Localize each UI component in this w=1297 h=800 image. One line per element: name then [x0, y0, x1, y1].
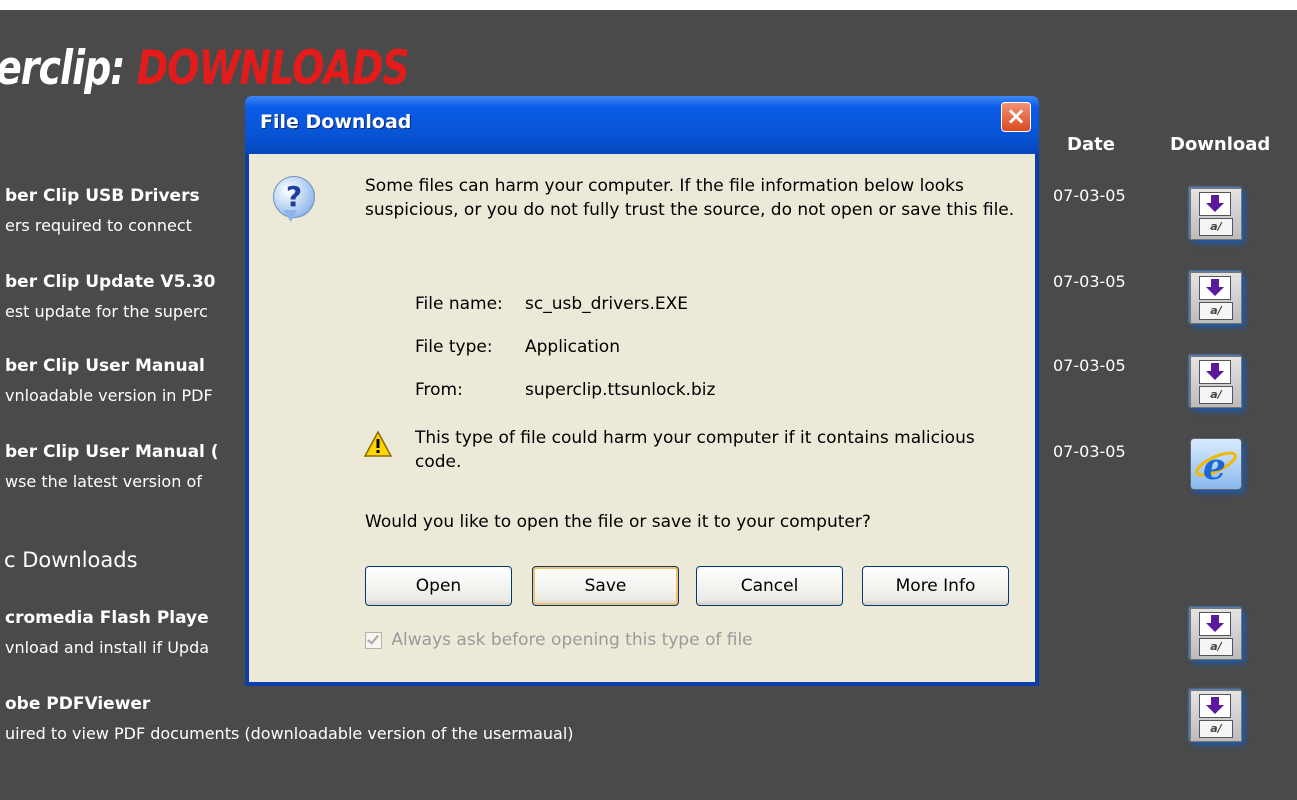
- svg-text:e: e: [1203, 446, 1226, 488]
- download-date: 07-03-05: [1053, 272, 1126, 291]
- column-header-download: Download: [1170, 134, 1271, 155]
- download-date: 07-03-05: [1053, 186, 1126, 205]
- download-description: wse the latest version of: [5, 472, 202, 491]
- download-description: vnload and install if Upda: [5, 638, 210, 657]
- dialog-body: ? Some files can harm your computer. If …: [249, 154, 1035, 682]
- site-title-section: DOWNLOADS: [136, 40, 410, 95]
- file-type-value: Application: [525, 337, 620, 357]
- close-button[interactable]: ×: [1001, 102, 1031, 132]
- download-description: est update for the superc: [5, 302, 208, 321]
- download-description: vnloadable version in PDF: [5, 386, 213, 405]
- down-arrow-icon: [1199, 694, 1231, 718]
- warning-icon: [363, 430, 393, 457]
- download-title[interactable]: obe PDFViewer: [5, 694, 150, 714]
- always-ask-label: Always ask before opening this type of f…: [391, 630, 753, 650]
- more-info-button[interactable]: More Info: [862, 566, 1009, 606]
- save-button[interactable]: Save: [532, 566, 679, 606]
- disk-icon: a/: [1199, 218, 1233, 236]
- download-date: 07-03-05: [1053, 442, 1126, 461]
- disk-icon: a/: [1199, 302, 1233, 320]
- down-arrow-icon: [1199, 192, 1231, 216]
- download-icon[interactable]: a/: [1190, 272, 1242, 324]
- down-arrow-icon: [1199, 276, 1231, 300]
- download-title[interactable]: cromedia Flash Playe: [5, 608, 209, 628]
- dialog-title: File Download: [260, 111, 412, 133]
- download-icon[interactable]: a/: [1190, 188, 1242, 240]
- down-arrow-icon: [1199, 612, 1231, 636]
- download-description: uired to view PDF documents (downloadabl…: [5, 724, 574, 743]
- question-bubble-tail: [283, 210, 297, 222]
- harm-notice-text: This type of file could harm your comput…: [415, 428, 975, 472]
- down-arrow-icon: [1199, 360, 1231, 384]
- dialog-titlebar[interactable]: File Download ×: [245, 96, 1039, 154]
- open-or-save-question: Would you like to open the file or save …: [365, 512, 871, 532]
- internet-explorer-icon[interactable]: e: [1190, 438, 1242, 490]
- disk-icon: a/: [1199, 386, 1233, 404]
- misc-section-title: c Downloads: [4, 548, 138, 572]
- from-label: From:: [415, 380, 463, 400]
- download-description: ers required to connect: [5, 216, 192, 235]
- file-type-label: File type:: [415, 337, 493, 357]
- file-download-dialog: File Download × ? Some files can harm yo…: [245, 96, 1039, 686]
- download-date: 07-03-05: [1053, 356, 1126, 375]
- file-name-label: File name:: [415, 294, 503, 314]
- download-title[interactable]: ber Clip Update V5.30: [5, 272, 216, 292]
- download-icon[interactable]: a/: [1190, 690, 1242, 742]
- always-ask-checkbox[interactable]: [365, 631, 382, 649]
- download-icon[interactable]: a/: [1190, 356, 1242, 408]
- file-name-value: sc_usb_drivers.EXE: [525, 294, 689, 314]
- open-button[interactable]: Open: [365, 566, 512, 606]
- cancel-button[interactable]: Cancel: [696, 566, 843, 606]
- security-warning-text: Some files can harm your computer. If th…: [365, 176, 1015, 220]
- column-header-date: Date: [1067, 134, 1115, 155]
- download-title[interactable]: ber Clip User Manual: [5, 356, 205, 376]
- from-value: superclip.ttsunlock.biz: [525, 380, 716, 400]
- always-ask-row: Always ask before opening this type of f…: [365, 630, 753, 650]
- disk-icon: a/: [1199, 720, 1233, 738]
- site-title-brand: erclip:: [0, 40, 125, 95]
- disk-icon: a/: [1199, 638, 1233, 656]
- browser-e-icon: e: [1195, 446, 1237, 488]
- site-title: erclip: DOWNLOADS: [0, 40, 410, 95]
- download-title[interactable]: ber Clip USB Drivers: [5, 186, 200, 206]
- download-title[interactable]: ber Clip User Manual (: [5, 442, 219, 462]
- download-icon[interactable]: a/: [1190, 608, 1242, 660]
